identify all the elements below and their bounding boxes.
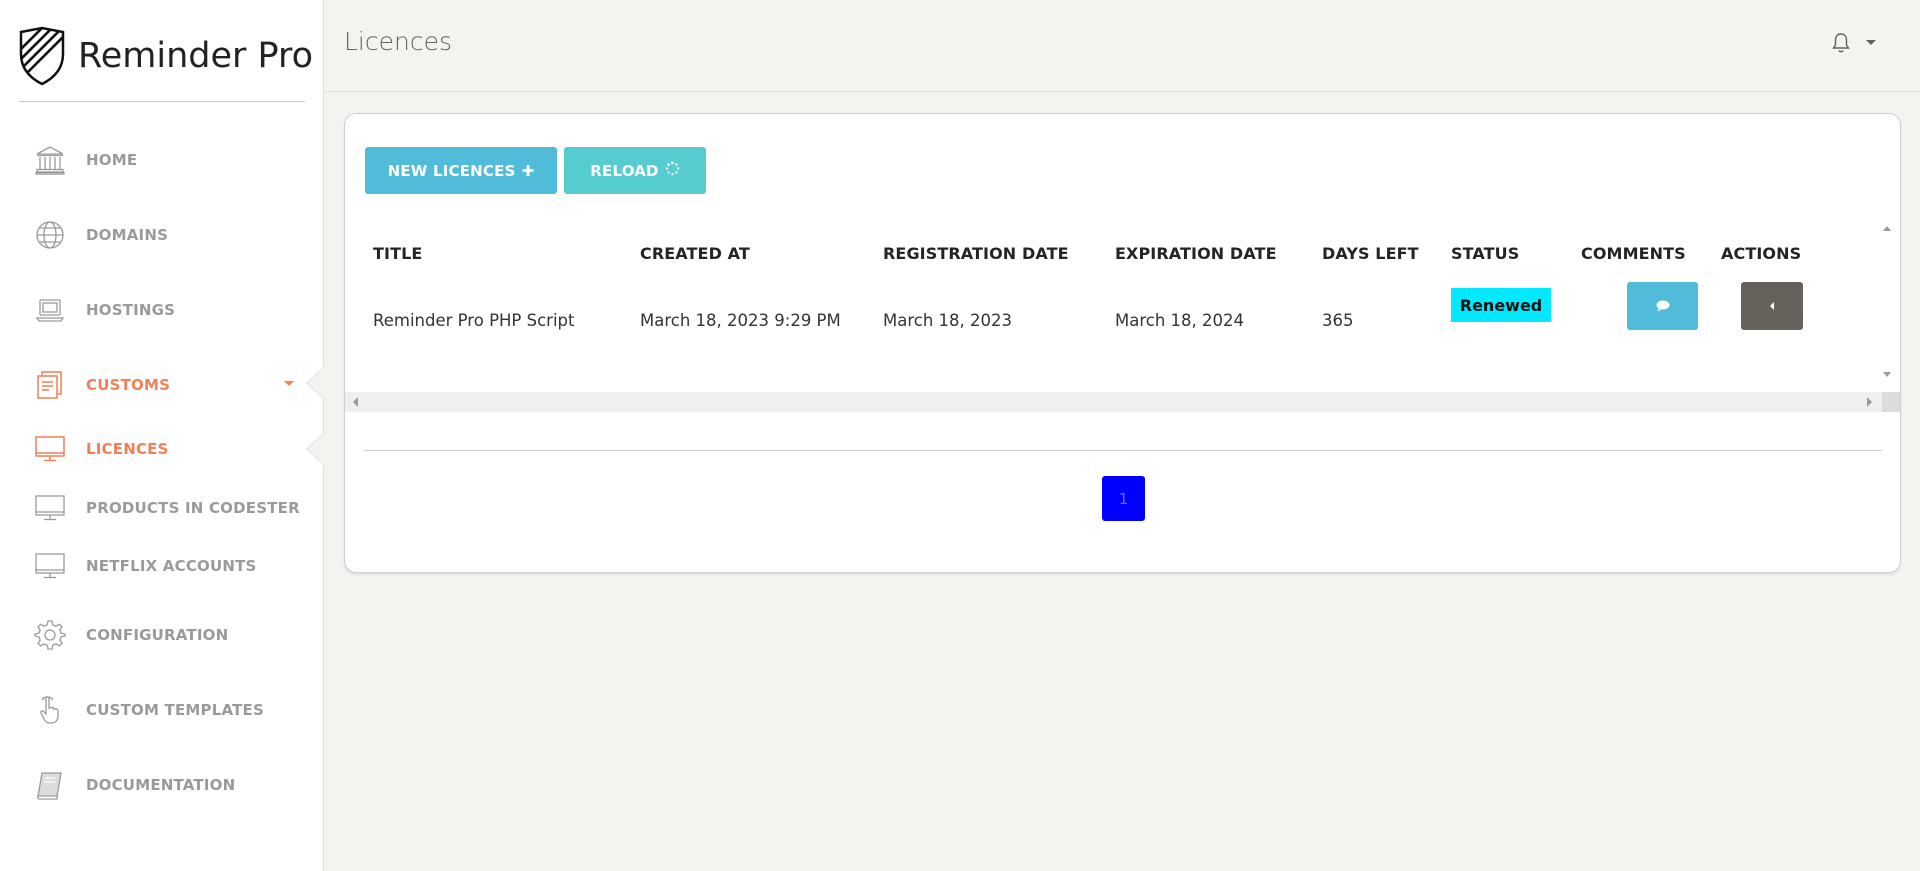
logo-divider <box>19 101 305 102</box>
comments-button[interactable] <box>1627 282 1698 330</box>
page-title: Licences <box>344 27 452 56</box>
column-header-registration-date[interactable]: REGISTRATION DATE <box>883 244 1069 263</box>
pagination-page-1[interactable]: 1 <box>1102 476 1145 521</box>
sidebar-item-label: NETFLIX ACCOUNTS <box>86 557 257 575</box>
book-icon <box>34 769 66 801</box>
app-logo[interactable]: Reminder Pro <box>18 26 313 86</box>
app-name: Reminder Pro <box>78 36 314 76</box>
column-header-title[interactable]: TITLE <box>373 244 422 263</box>
shield-logo-icon <box>19 26 65 86</box>
scroll-up-icon[interactable] <box>1883 226 1891 231</box>
cell-expiration-date: March 18, 2024 <box>1115 311 1245 330</box>
scroll-right-icon[interactable] <box>1867 397 1872 407</box>
comment-icon <box>1656 300 1669 312</box>
sidebar-item-hostings[interactable]: HOSTINGS <box>34 290 314 330</box>
sidebar-item-label: LICENCES <box>86 440 169 458</box>
sidebar-item-configuration[interactable]: CONFIGURATION <box>34 615 314 655</box>
card-divider <box>364 450 1882 451</box>
sidebar-item-customs[interactable]: CUSTOMS <box>34 365 314 405</box>
globe-icon <box>34 219 66 251</box>
scroll-left-icon[interactable] <box>353 397 358 407</box>
top-navbar: Licences <box>325 0 1920 92</box>
sidebar-item-label: PRODUCTS IN CODESTER <box>86 499 300 517</box>
new-licence-button[interactable]: NEW LICENCES ✚ <box>365 147 557 194</box>
column-header-created-at[interactable]: CREATED AT <box>640 244 750 263</box>
horizontal-scrollbar[interactable] <box>345 392 1900 412</box>
sidebar-item-custom-templates[interactable]: CUSTOM TEMPLATES <box>34 690 314 730</box>
sidebar-item-label: CONFIGURATION <box>86 626 229 644</box>
laptop-icon <box>34 294 66 326</box>
reload-button[interactable]: RELOAD <box>564 147 706 194</box>
actions-dropdown-button[interactable] <box>1741 282 1803 330</box>
chevron-down-icon <box>284 381 294 386</box>
sidebar-item-label: DOCUMENTATION <box>86 776 236 794</box>
scroll-down-icon[interactable] <box>1883 372 1891 377</box>
hand-pointer-icon <box>34 694 66 726</box>
sidebar: Reminder Pro HOME DOMAINS HOSTINGS CUSTO… <box>0 0 324 871</box>
bank-icon <box>34 144 66 176</box>
licences-table: TITLE CREATED AT REGISTRATION DATE EXPIR… <box>365 220 1883 350</box>
button-label: NEW LICENCES <box>387 161 516 180</box>
sidebar-item-documentation[interactable]: DOCUMENTATION <box>34 765 314 805</box>
column-header-comments[interactable]: COMMENTS <box>1581 244 1686 263</box>
monitor-icon <box>34 492 66 524</box>
monitor-icon <box>34 433 66 465</box>
paper-icon <box>34 369 66 401</box>
monitor-icon <box>34 550 66 582</box>
bell-icon[interactable] <box>1831 32 1851 54</box>
sidebar-item-netflix-accounts[interactable]: NETFLIX ACCOUNTS <box>34 546 314 586</box>
vertical-scrollbar[interactable] <box>1878 220 1896 388</box>
spinner-icon <box>665 161 680 180</box>
caret-left-icon <box>1770 302 1774 310</box>
active-indicator <box>306 432 324 466</box>
column-header-days-left[interactable]: DAYS LEFT <box>1322 244 1419 263</box>
plus-icon: ✚ <box>521 161 535 180</box>
sidebar-item-licences[interactable]: LICENCES <box>34 429 314 469</box>
sidebar-item-label: CUSTOM TEMPLATES <box>86 701 265 719</box>
active-indicator <box>306 366 324 400</box>
cell-registration-date: March 18, 2023 <box>883 311 1013 330</box>
cell-created-at: March 18, 2023 9:29 PM <box>640 311 841 330</box>
sidebar-item-label: HOME <box>86 151 138 169</box>
sidebar-item-label: CUSTOMS <box>86 376 171 394</box>
sidebar-item-products-in-codester[interactable]: PRODUCTS IN CODESTER <box>34 488 314 528</box>
sidebar-item-label: HOSTINGS <box>86 301 176 319</box>
cell-title: Reminder Pro PHP Script <box>373 311 575 330</box>
sidebar-item-home[interactable]: HOME <box>34 140 314 180</box>
status-badge: Renewed <box>1451 288 1551 322</box>
scrollbar-corner <box>1882 392 1900 412</box>
column-header-status[interactable]: STATUS <box>1451 244 1519 263</box>
column-header-expiration-date[interactable]: EXPIRATION DATE <box>1115 244 1277 263</box>
column-header-actions[interactable]: ACTIONS <box>1721 244 1801 263</box>
button-label: RELOAD <box>590 161 659 180</box>
sidebar-item-label: DOMAINS <box>86 226 169 244</box>
cell-days-left: 365 <box>1322 311 1354 330</box>
licences-card: NEW LICENCES ✚ RELOAD TITLE CREATED AT R… <box>344 113 1901 573</box>
gear-icon <box>34 619 66 651</box>
chevron-down-icon[interactable] <box>1866 40 1876 45</box>
sidebar-item-domains[interactable]: DOMAINS <box>34 215 314 255</box>
